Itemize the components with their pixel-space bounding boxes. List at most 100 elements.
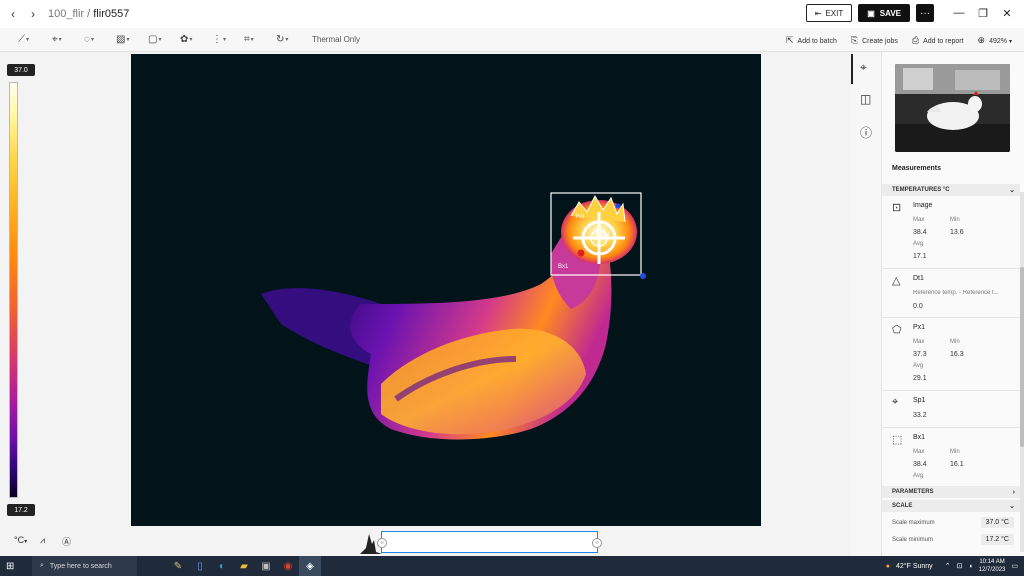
parameters-header[interactable]: PARAMETERS › [882,486,1020,498]
title-bar: ‹ › 100_flir / flir0557 ⇤ EXIT ▣ SAVE ··… [0,0,1024,28]
tray-chevron-icon[interactable]: ⌃ [945,562,951,570]
thermal-image-canvas[interactable]: Bx1 Px1 Sp1 [131,54,761,526]
ellipse-tool[interactable]: ◌ ▾ [84,34,104,45]
toolbar: ⟋ ▾ ⌖ ▾ ◌ ▾ ▨ ▾ ▢ ▾ ✿ ▾ ⋮ ▾ ⌗ ▾ ↻ ▾ Thermal Only … [0,28,1024,52]
exit-label: EXIT [825,8,844,18]
image-adjust-tool[interactable]: ▨ ▾ [116,34,136,45]
store-app-icon[interactable]: ▣ [255,556,277,576]
measure-line-tool[interactable]: ⟋ ▾ [18,34,38,45]
weather-text[interactable]: 42°F Sunny [896,563,933,570]
dt1-description: Reference temp. - Reference t... [913,290,999,296]
file-explorer-icon[interactable]: ▰ [233,556,255,576]
scale-header[interactable]: SCALE ⌄ [882,500,1020,512]
chevron-down-icon: ▾ [158,37,162,43]
thermal-only-toggle[interactable]: Thermal Only [312,35,360,44]
more-options-button[interactable]: ··· [916,4,934,22]
max-value: 38.4 [913,461,927,468]
edge-app-icon[interactable]: ◐ [211,556,233,576]
sp1-value: 33.2 [913,412,927,419]
save-button[interactable]: ▣ SAVE [858,4,910,22]
notepad-app-icon[interactable]: ✎ [167,556,189,576]
min-label: Min [950,449,960,455]
zoom-value: 492% [989,37,1007,45]
palette-icon: ✿ [180,34,189,45]
chevron-down-icon: ▾ [250,37,254,43]
measurement-px1[interactable]: ⬠ Px1 Max Min 37.3 16.3 Avg 29.1 [882,319,1020,391]
volume-icon[interactable]: ◖ [968,563,972,570]
bx1-handle-top [615,203,621,209]
align-tool[interactable]: ⋮ ▾ [212,34,232,45]
measurement-sp1[interactable]: ⌖ Sp1 33.2 [882,392,1020,428]
add-to-report-button[interactable]: ⎙ Add to report [912,35,964,46]
avg-value: 29.1 [913,375,927,382]
measurement-image[interactable]: ⊡ Image Max Min 38.4 13.6 Avg 17.1 [882,197,1020,269]
create-jobs-button[interactable]: ⎘ Create jobs [851,35,898,46]
temperatures-header-label: TEMPERATURES °C [892,187,950,193]
breadcrumb-folder[interactable]: 100_flir [48,8,84,20]
forward-icon[interactable]: › [26,7,40,21]
restore-button[interactable]: ❐ [974,7,992,20]
add-to-batch-button[interactable]: ⇱ Add to batch [786,35,837,46]
temperature-scale-panel: 37.0 17.2 [0,52,130,526]
notification-icon[interactable]: ▭ [1011,562,1018,570]
scale-maximum-label: Scale maximum [892,520,935,526]
save-icon: ▣ [867,8,875,18]
dt1-value: 0.0 [913,303,923,310]
spot-icon: ⌖ [892,396,899,408]
histogram-range-selector[interactable]: ‹› ‹› [377,531,602,553]
unit-selector[interactable]: °C▾ [14,535,27,545]
measurement-dt1[interactable]: △ Dt1 Reference temp. - Reference t... 0… [882,270,1020,318]
clock[interactable]: 10:14 AM 12/7/2023 [979,558,1006,574]
measurement-name: Px1 [913,324,926,331]
color-palette-bar[interactable] [9,82,18,498]
chevron-down-icon: ▾ [285,37,289,43]
avg-label: Avg [913,363,924,369]
taskbar-search[interactable]: ⌕ Type here to search [32,556,137,576]
file-app-icon[interactable]: ▯ [189,556,211,576]
temperatures-header[interactable]: TEMPERATURES °C ⌄ [882,184,1020,196]
range-max-handle[interactable]: ‹› [592,538,602,548]
polygon-icon: ⬠ [892,324,902,336]
chevron-down-icon: ⌄ [1009,503,1015,510]
info-tab-icon[interactable]: ⓘ [860,124,872,141]
palette-tool[interactable]: ✿ ▾ [180,34,200,45]
measure-line-icon: ⟋ [18,34,25,45]
rotate-tool[interactable]: ↻ ▾ [276,34,296,45]
measurement-name: Bx1 [913,434,926,441]
chevron-down-icon: ▾ [189,37,193,43]
auto-adjust-icon[interactable]: Ⓐ [62,535,71,548]
box-tool[interactable]: ▢ ▾ [148,34,168,45]
clock-time: 10:14 AM [979,559,1005,565]
network-icon[interactable]: ⊡ [957,562,963,570]
exit-button[interactable]: ⇤ EXIT [805,4,853,22]
chrome-app-icon[interactable]: ◉ [277,556,299,576]
measurements-tab-icon[interactable]: ⌖ [860,60,867,75]
range-min-handle[interactable]: ‹› [377,538,387,548]
close-button[interactable]: ✕ [998,7,1016,20]
scale-max-handle[interactable]: 37.0 [7,64,35,76]
visual-photo-thumbnail[interactable] [895,64,1010,152]
box-icon: ▢ [148,34,158,45]
add-to-batch-label: Add to batch [797,37,837,45]
measurement-bx1[interactable]: ⬚ Bx1 Max Min 38.4 16.1 Avg [882,429,1020,485]
zoom-control[interactable]: ⊕ 492% ▾ [978,35,1012,46]
hot-spot-marker [577,249,585,257]
windows-start-icon[interactable]: ⊞ [6,561,26,572]
minimize-button[interactable]: — [950,7,968,19]
spot-tool[interactable]: ⌖ ▾ [52,34,72,45]
unit-label: °C [14,535,25,545]
scale-minimum-input[interactable]: 17.2 °C [980,534,1014,545]
flir-app-icon[interactable]: ◈ [299,556,321,576]
image-icon: ⊡ [892,202,902,214]
crop-tool[interactable]: ⌗ ▾ [244,34,264,45]
scale-min-handle[interactable]: 17.2 [7,504,35,516]
breadcrumb-file: flir0557 [93,8,130,20]
panel-scrollbar-thumb[interactable] [1020,267,1024,447]
chart-icon[interactable]: ⩘ [40,535,45,546]
chevron-down-icon: ▾ [26,37,30,43]
batch-icon: ⇱ [786,34,794,45]
windows-taskbar: ⊞ ⌕ Type here to search ✎ ▯ ◐ ▰ ▣ ◉ ◈ ● … [0,556,1024,576]
compare-tab-icon[interactable]: ◫ [860,92,871,106]
scale-maximum-input[interactable]: 37.0 °C [980,517,1014,528]
back-icon[interactable]: ‹ [6,7,20,21]
